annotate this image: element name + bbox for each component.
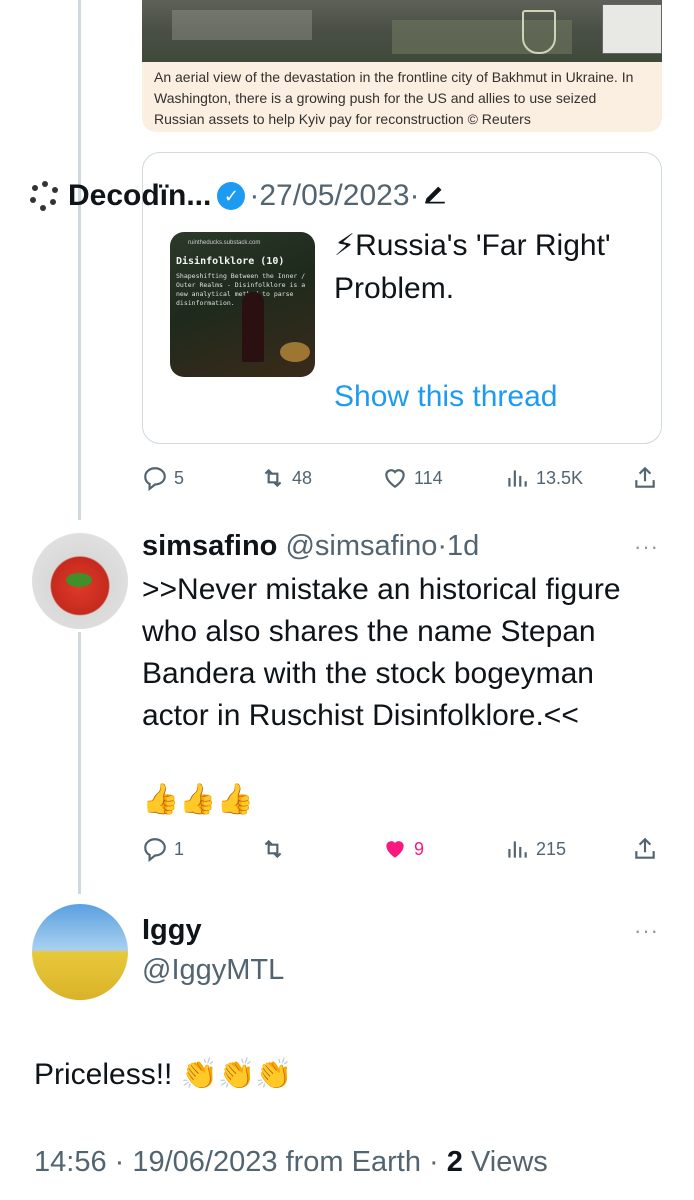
main-tweet-text: Priceless!! 👏👏👏 xyxy=(34,1058,293,1091)
reply-emoji: 👍👍👍 xyxy=(142,783,255,816)
share-button[interactable] xyxy=(632,831,658,867)
reply-button[interactable]: 5 xyxy=(142,460,184,496)
article-image[interactable] xyxy=(142,0,662,62)
like-button[interactable]: 9 xyxy=(382,831,424,867)
main-author-name[interactable]: Iggy xyxy=(142,914,202,947)
reply-time[interactable]: 1d xyxy=(447,530,479,562)
main-avatar[interactable] xyxy=(32,904,128,1000)
retweet-count: 48 xyxy=(292,467,313,488)
reply-count: 1 xyxy=(174,838,185,859)
tweet-date[interactable]: 19/06/2023 xyxy=(132,1146,277,1178)
reply-count: 5 xyxy=(174,467,185,488)
more-options-icon[interactable]: ··· xyxy=(634,534,659,560)
retweet-icon xyxy=(264,468,282,488)
share-icon xyxy=(635,837,655,859)
separator: · xyxy=(249,179,260,212)
separator: · xyxy=(409,179,420,212)
edit-pencil-icon xyxy=(422,179,448,213)
thumb-title: Disinfolklore (10) xyxy=(176,256,285,267)
reply-author-name[interactable]: simsafino xyxy=(142,530,277,562)
reply-icon xyxy=(144,467,166,491)
reply-icon xyxy=(144,838,166,862)
quote-tweet-header: Decodïn... ✓ · 27/05/2023 · xyxy=(28,176,448,216)
quote-actions-bar: 5 48 114 13.5K xyxy=(142,460,662,496)
reply-actions-bar: 1 9 215 xyxy=(142,831,662,867)
thread-line xyxy=(78,632,81,894)
tweet-meta: 14:56 · 19/06/2023 from Earth · 2 Views xyxy=(34,1146,548,1178)
views-count: 13.5K xyxy=(536,467,584,488)
like-count: 9 xyxy=(414,838,425,859)
verified-badge-icon: ✓ xyxy=(217,182,246,210)
retweet-button[interactable] xyxy=(260,831,286,867)
heart-filled-icon xyxy=(386,841,404,858)
thread-line xyxy=(78,0,81,520)
share-button[interactable] xyxy=(632,460,658,496)
thumb-url: ruintheducks.substack.com xyxy=(188,240,261,246)
tweet-source: from Earth xyxy=(285,1146,421,1178)
views-label: Views xyxy=(470,1146,548,1178)
quote-date[interactable]: 27/05/2023 xyxy=(259,179,409,213)
heart-icon xyxy=(385,469,405,488)
share-icon xyxy=(635,466,655,488)
quote-tweet-text: ⚡Russia's 'Far Right' Problem. xyxy=(334,229,611,305)
more-options-icon[interactable]: ··· xyxy=(634,918,659,944)
views-number: 2 xyxy=(446,1146,463,1178)
main-author-handle[interactable]: @IggyMTL xyxy=(142,954,284,987)
retweet-icon xyxy=(264,839,282,859)
views-count: 215 xyxy=(536,838,567,859)
separator: · xyxy=(437,530,448,562)
views-button[interactable]: 215 xyxy=(504,831,566,867)
article-caption: An aerial view of the devastation in the… xyxy=(142,62,662,132)
show-thread-link[interactable]: Show this thread xyxy=(334,380,557,414)
quote-author-name[interactable]: Decodïn... xyxy=(68,179,211,213)
tweet-time[interactable]: 14:56 xyxy=(34,1146,107,1178)
reply-text: >>Never mistake an historical figure who… xyxy=(142,573,621,732)
reply-button[interactable]: 1 xyxy=(142,831,184,867)
reply-author-handle[interactable]: @simsafino xyxy=(285,530,437,562)
reply-header: simsafino @simsafino·1d xyxy=(142,530,479,563)
quote-author-avatar[interactable] xyxy=(28,179,62,213)
like-count: 114 xyxy=(414,467,443,488)
reply-avatar[interactable] xyxy=(32,533,128,629)
quote-thumbnail[interactable]: ruintheducks.substack.com Disinfolklore … xyxy=(170,232,315,377)
views-button[interactable]: 13.5K xyxy=(504,460,583,496)
like-button[interactable]: 114 xyxy=(382,460,443,496)
views-chart-icon xyxy=(508,841,527,858)
views-chart-icon xyxy=(508,470,527,487)
retweet-button[interactable]: 48 xyxy=(260,460,312,496)
